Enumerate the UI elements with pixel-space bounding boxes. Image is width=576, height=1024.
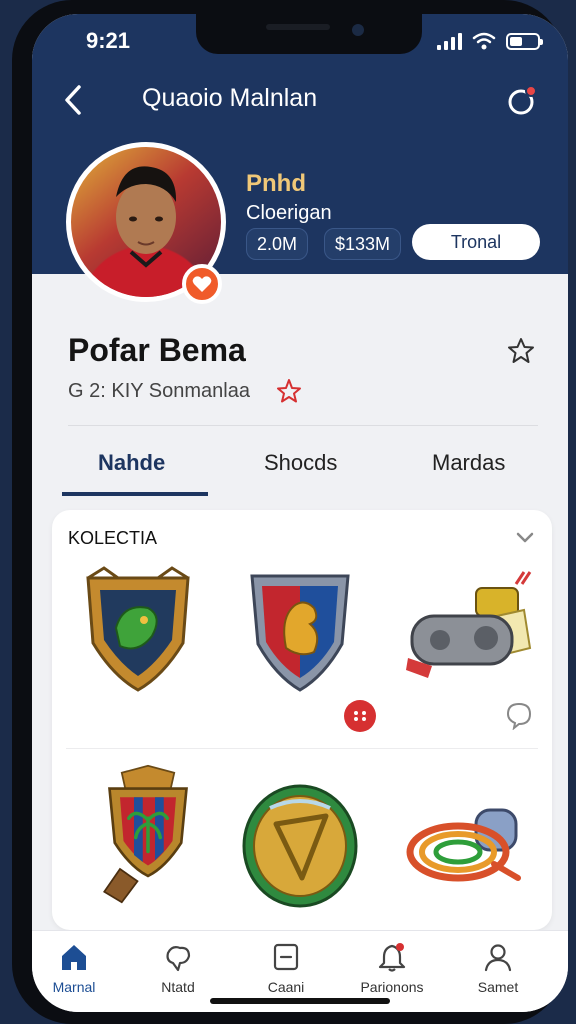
person-icon — [484, 944, 512, 972]
chevron-down-icon[interactable] — [514, 526, 536, 548]
collection-item-shield-lion[interactable] — [230, 558, 370, 698]
screen: 9:21 Quaoio Malnlan Pnhd Cloerigan 2.0M … — [32, 14, 568, 1012]
home-icon — [62, 945, 86, 970]
nav-item-square[interactable]: Caani — [246, 941, 326, 995]
status-time: 9:21 — [86, 28, 131, 53]
collection-panel: KOLECTIA — [52, 510, 552, 930]
tab-mardas[interactable]: Mardas — [432, 450, 505, 476]
battery-icon — [506, 32, 543, 50]
speaker — [266, 24, 330, 30]
header-profile-name: Pnhd — [246, 170, 306, 197]
tab-nahde[interactable]: Nahde — [98, 450, 165, 476]
map-icon — [166, 946, 191, 972]
collection-item-shield-dragon[interactable] — [68, 558, 208, 698]
notch — [196, 14, 422, 54]
heart-icon — [192, 276, 212, 292]
collection-item-shield-palm[interactable] — [78, 764, 218, 904]
header-profile-subtitle: Cloerigan — [246, 202, 332, 224]
divider — [68, 425, 538, 426]
nav-label-map: Ntatd — [161, 979, 195, 995]
stat-followers: 2.0M — [246, 228, 309, 260]
nav-item-notifications[interactable]: Parionons — [352, 941, 432, 995]
status-icons — [437, 32, 543, 50]
nav-item-map[interactable]: Ntatd — [138, 941, 218, 995]
panel-divider — [66, 748, 538, 749]
live-badge — [182, 264, 222, 304]
nav-item-home[interactable]: Marnal — [34, 941, 114, 995]
nav-label-square: Caani — [267, 979, 305, 995]
comment-icon[interactable] — [504, 700, 534, 730]
front-camera — [352, 24, 364, 36]
favorite-star-icon[interactable] — [506, 336, 536, 366]
page-title: Quaoio Malnlan — [142, 84, 318, 112]
phone-frame: 9:21 Quaoio Malnlan Pnhd Cloerigan 2.0M … — [12, 0, 568, 1024]
player-name: Pofar Bema — [68, 332, 246, 368]
signal-icon — [437, 32, 462, 50]
nav-item-profile[interactable]: Samet — [458, 941, 538, 995]
player-meta: G 2: KIY Sonmanlaa — [68, 380, 250, 402]
home-indicator — [210, 998, 390, 1004]
stat-value: $133M — [324, 228, 402, 260]
notification-icon[interactable] — [504, 82, 540, 118]
collection-item-shield-gold[interactable] — [230, 774, 370, 914]
active-tab-indicator — [62, 492, 208, 496]
back-icon[interactable] — [62, 84, 86, 116]
tab-shocds[interactable]: Shocds — [264, 450, 337, 476]
wifi-icon — [472, 32, 496, 50]
more-options-button[interactable] — [344, 700, 376, 732]
rating-star-icon — [277, 379, 301, 403]
nav-label-profile: Samet — [477, 979, 519, 995]
collection-title: KOLECTIA — [68, 528, 158, 548]
bell-icon — [378, 943, 406, 972]
collection-item-gamepad-gear[interactable] — [398, 558, 538, 698]
dots-icon — [354, 711, 366, 721]
collection-item-rope-tool[interactable] — [394, 774, 534, 914]
square-icon — [273, 943, 299, 971]
nav-label-home: Marnal — [52, 979, 96, 995]
follow-button[interactable]: Tronal — [412, 224, 540, 260]
nav-label-notifications: Parionons — [360, 979, 424, 995]
